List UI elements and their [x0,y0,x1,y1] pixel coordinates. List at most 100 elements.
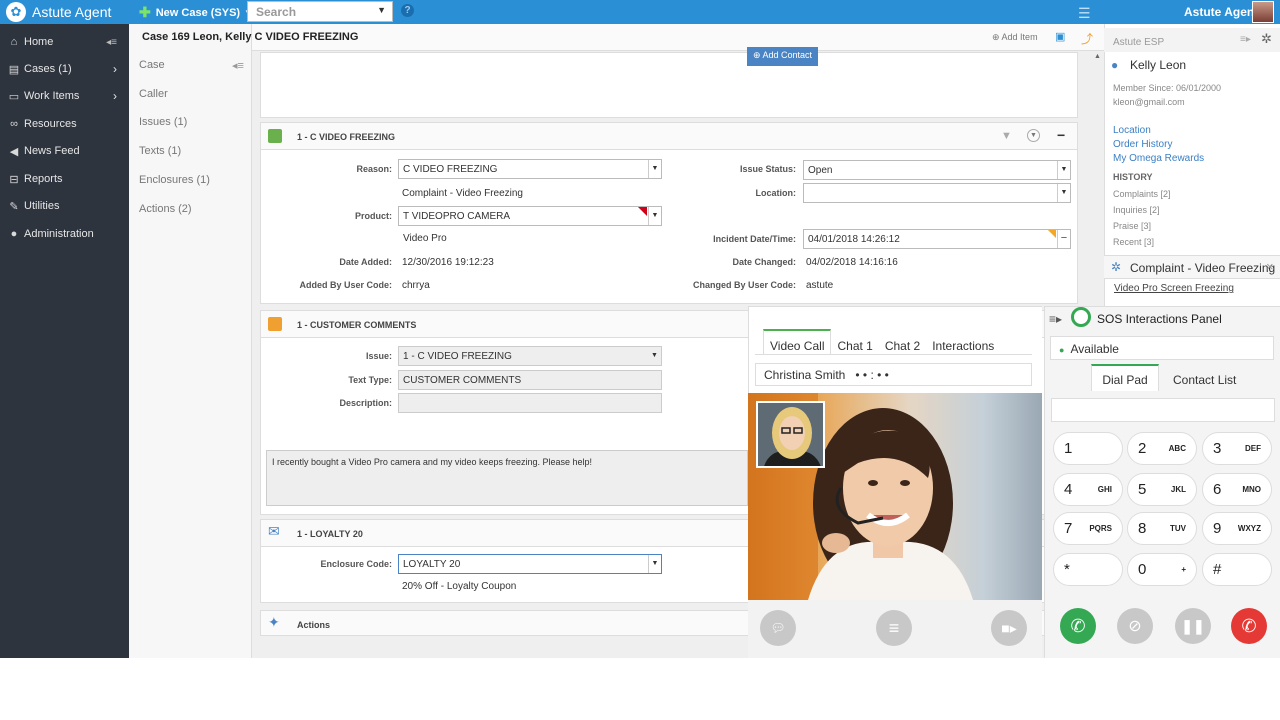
subnav-caller[interactable]: Caller [139,88,168,100]
dial-key-3[interactable]: 3 DEF [1202,432,1272,465]
nav-news-feed[interactable]: ◀ News Feed [0,141,129,161]
tab-contact-list[interactable]: Contact List [1173,373,1236,387]
menu-icon[interactable]: ≡ [876,610,912,646]
availability-status[interactable]: ● Available [1050,336,1274,360]
comment-icon [268,317,282,331]
added-by-value: chrrya [402,280,430,291]
dial-key-1[interactable]: 1 [1053,432,1123,465]
location-select[interactable]: ▼ [803,183,1071,203]
subnav-actions[interactable]: Actions (2) [139,203,192,215]
filter-icon[interactable]: ▼ [1001,130,1012,142]
nav-label: News Feed [24,145,80,157]
key-letters: ABC [1168,444,1186,453]
new-case-button[interactable]: ✚ New Case (SYS) ▼ [139,4,252,21]
dial-key-6[interactable]: 6 MNO [1202,473,1272,506]
nav-work-items[interactable]: ▭ Work Items › [0,86,129,106]
caret-down-icon[interactable]: ▼ [377,5,386,15]
description-field[interactable] [398,393,662,413]
history-recent[interactable]: Recent [3] [1113,237,1154,247]
video-camera-icon[interactable]: ■▸ [991,610,1027,646]
avatar[interactable] [1252,1,1274,23]
dial-key-7[interactable]: 7 PQRS [1053,512,1123,545]
dial-input[interactable] [1051,398,1275,422]
location-link[interactable]: Location [1113,125,1151,136]
tab-interactions[interactable]: Interactions [926,329,1000,354]
date-changed-label: Date Changed: [732,257,796,267]
scroll-up-icon[interactable]: ▲ [1094,53,1101,60]
order-history-link[interactable]: Order History [1113,139,1172,150]
dial-key-5[interactable]: 5 JKL [1127,473,1197,506]
hangup-button[interactable]: ✆ [1231,608,1267,644]
add-contact-button[interactable]: ⊕ Add Contact [747,47,818,66]
list-icon[interactable]: ≡▸ [1049,312,1062,326]
nav-utilities[interactable]: ✎ Utilities [0,196,129,216]
subnav-texts[interactable]: Texts (1) [139,145,181,157]
dial-key-2[interactable]: 2 ABC [1127,432,1197,465]
minimize-icon[interactable]: − [1057,127,1065,143]
dial-key-8[interactable]: 8 TUV [1127,512,1197,545]
call-button[interactable]: ✆ [1060,608,1096,644]
close-icon[interactable]: × [1266,259,1274,274]
tab-dial-pad[interactable]: Dial Pad [1091,364,1159,391]
key-digit: 1 [1064,440,1073,457]
rewards-link[interactable]: My Omega Rewards [1113,153,1204,164]
issue-panel-header: 1 - C VIDEO FREEZING ▼ ▼ − [260,122,1078,150]
file-icon: ▤ [8,63,20,76]
nav-resources[interactable]: ∞ Resources [0,114,129,134]
incident-datetime-input[interactable]: 04/01/2018 14:26:12 − [803,229,1071,249]
tab-chat-1[interactable]: Chat 1 [831,329,878,354]
collapse-icon[interactable]: ◂≡ [106,37,117,48]
key-letters: + [1181,565,1186,574]
nav-home[interactable]: ⌂ Home ◂≡ [0,32,129,52]
mute-button[interactable]: ⊘ [1117,608,1153,644]
history-inquiries[interactable]: Inquiries [2] [1113,205,1160,215]
share-icon[interactable]: ⤴ [1081,30,1093,47]
brand[interactable]: ✿ Astute Agent [6,2,111,22]
agent-name[interactable]: Astute Agent [1184,5,1258,19]
envelope-icon: ✉ [268,523,280,539]
issue-status-value: Open [808,165,833,176]
self-view-thumbnail[interactable] [756,401,825,468]
enclosure-code-input[interactable]: LOYALTY 20 ▼ [398,554,662,574]
collapse-icon[interactable]: ◂≡ [232,59,244,72]
hold-button[interactable]: ❚❚ [1175,608,1211,644]
help-icon[interactable]: ? [401,4,414,17]
page-bottom [0,658,1280,720]
save-icon[interactable]: ▣ [1055,30,1065,43]
kb-article-link[interactable]: Video Pro Screen Freezing [1114,283,1234,294]
history-title: HISTORY [1113,172,1153,182]
comment-textarea[interactable]: I recently bought a Video Pro camera and… [266,450,748,506]
history-complaints[interactable]: Complaints [2] [1113,189,1171,199]
menu-icon[interactable]: ☰ [1078,5,1091,22]
add-item-button[interactable]: ⊕ Add Item [992,32,1038,43]
status-label: Available [1070,342,1119,356]
dial-key-star[interactable]: * [1053,553,1123,586]
nav-reports[interactable]: ⊟ Reports [0,169,129,189]
reason-select[interactable]: C VIDEO FREEZING ▼ [398,159,662,179]
subnav-enclosures[interactable]: Enclosures (1) [139,174,210,186]
side-nav: ⌂ Home ◂≡ ▤ Cases (1) › ▭ Work Items › ∞ Resour… [0,24,129,658]
chevron-down-icon[interactable]: ▼ [1027,129,1040,142]
tab-video-call[interactable]: Video Call [763,329,832,354]
clear-icon[interactable]: − [1057,230,1070,248]
comment-issue-select[interactable]: 1 - C VIDEO FREEZING ▼ [398,346,662,366]
issue-status-select[interactable]: Open ▼ [803,160,1071,180]
history-praise[interactable]: Praise [3] [1113,221,1151,231]
dial-key-hash[interactable]: # [1202,553,1272,586]
gear-icon[interactable]: ✲ [1261,31,1272,47]
product-select[interactable]: T VIDEOPRO CAMERA ▼ [398,206,662,226]
case-header [252,24,1104,51]
tab-chat-2[interactable]: Chat 2 [879,329,926,354]
list-icon[interactable]: ≡▸ [1240,34,1251,45]
date-added-label: Date Added: [339,257,392,267]
nav-cases[interactable]: ▤ Cases (1) › [0,59,129,79]
dial-key-0[interactable]: 0 + [1127,553,1197,586]
subnav-issues[interactable]: Issues (1) [139,116,187,128]
sos-title: SOS Interactions Panel [1097,312,1222,326]
subnav-case[interactable]: Case [139,59,165,71]
dial-key-9[interactable]: 9 WXYZ [1202,512,1272,545]
dial-key-4[interactable]: 4 GHI [1053,473,1123,506]
chat-bubble-icon[interactable]: 💬︎ [760,610,796,646]
search-input[interactable]: Search ▼ [247,1,393,22]
nav-administration[interactable]: ● Administration [0,224,129,244]
